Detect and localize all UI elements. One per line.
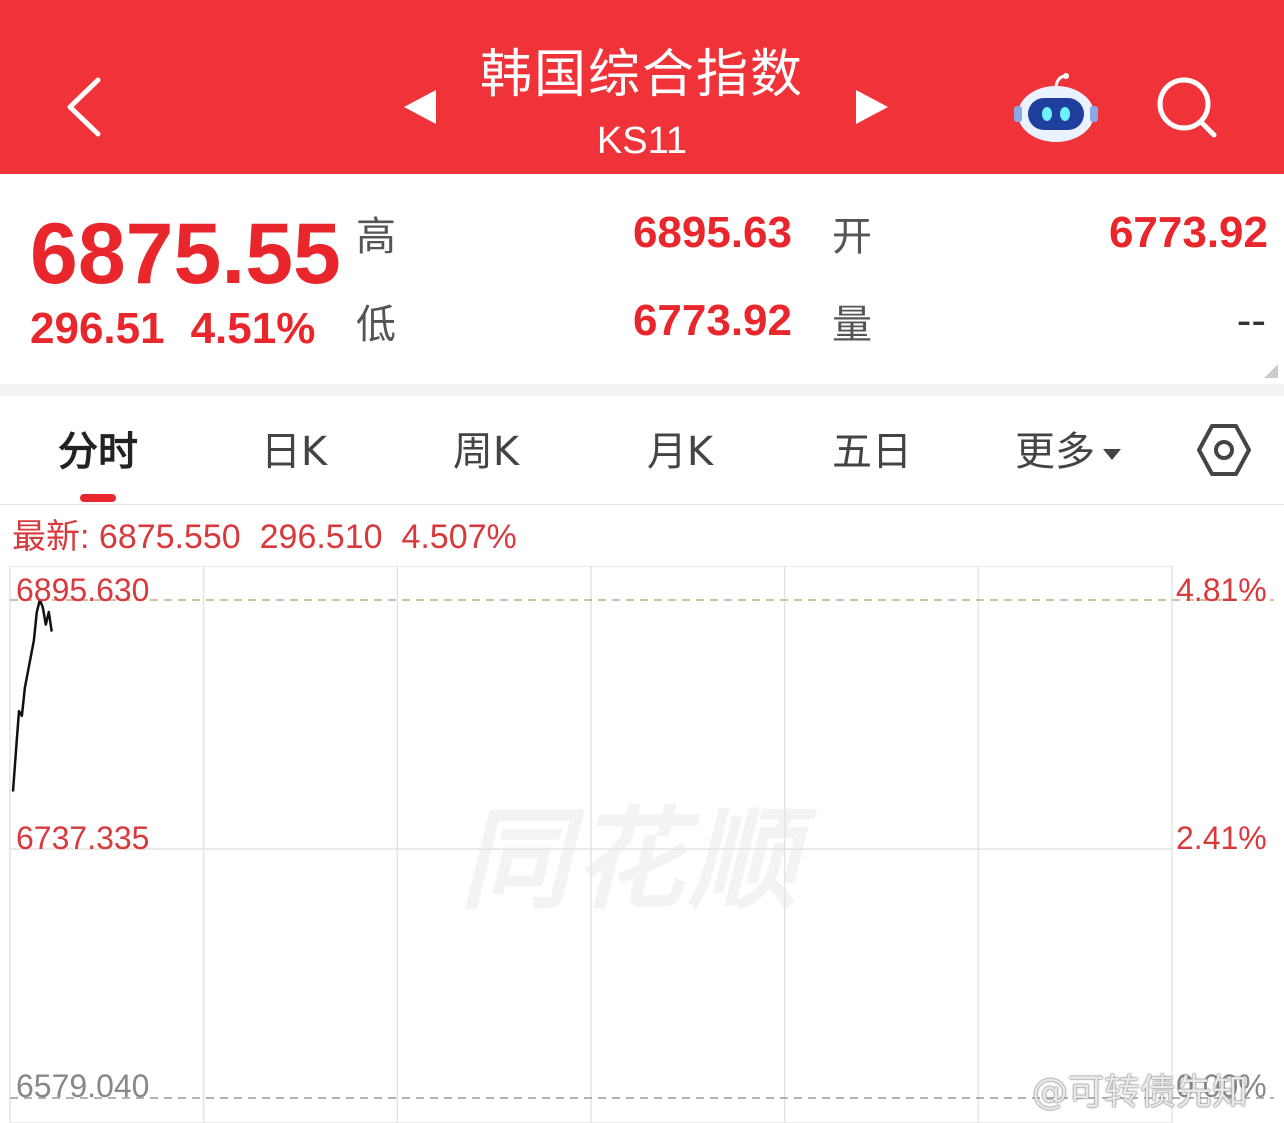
high-value: 6895.63 bbox=[632, 208, 792, 257]
latest-change: 296.510 bbox=[259, 518, 383, 556]
latest-price: 6875.550 bbox=[98, 518, 241, 556]
latest-percent: 4.507% bbox=[401, 518, 517, 556]
y-right-tick-mid: 2.41% bbox=[1176, 820, 1267, 856]
y-left-tick-mid: 6737.335 bbox=[16, 820, 150, 856]
chart-grid bbox=[9, 566, 1274, 1123]
tab-intraday[interactable]: 分时 bbox=[40, 424, 156, 480]
robot-icon[interactable] bbox=[1014, 72, 1098, 144]
high-label: 高 bbox=[356, 214, 396, 260]
page-title: 韩国综合指数 bbox=[479, 45, 804, 105]
change-percent: 4.51% bbox=[190, 304, 316, 353]
latest-label: 最新: bbox=[12, 518, 90, 556]
volume-value: -- bbox=[1236, 296, 1266, 345]
change-value: 296.51 bbox=[30, 304, 165, 353]
tab-monthly-k[interactable]: 月K bbox=[622, 424, 738, 480]
search-icon[interactable] bbox=[1152, 74, 1224, 140]
period-tabs: 分时 日K 周K 月K 五日 更多 bbox=[0, 396, 1284, 505]
last-price: 6875.55 bbox=[30, 206, 341, 302]
open-value: 6773.92 bbox=[1108, 208, 1268, 257]
expand-corner-icon[interactable] bbox=[1264, 364, 1278, 378]
intraday-chart[interactable]: 6895.630 6737.335 6579.040 4.81% 2.41% 0… bbox=[0, 566, 1284, 1123]
prev-arrow-icon[interactable] bbox=[400, 88, 440, 126]
low-value: 6773.92 bbox=[632, 296, 792, 345]
next-arrow-icon[interactable] bbox=[852, 88, 892, 126]
symbol-code: KS11 bbox=[596, 120, 688, 162]
back-icon[interactable] bbox=[60, 74, 110, 140]
header-bar: 韩国综合指数 KS11 bbox=[0, 0, 1284, 174]
y-left-tick-low: 6579.040 bbox=[16, 1068, 150, 1104]
latest-info-line: 最新: 6875.550 296.510 4.507% bbox=[12, 514, 517, 560]
change-row: 296.51 4.51% bbox=[30, 302, 315, 356]
chart-plot bbox=[9, 566, 1274, 1123]
tab-more-label: 更多 bbox=[1015, 429, 1095, 475]
tab-more[interactable]: 更多 bbox=[998, 424, 1138, 480]
tab-weekly-k[interactable]: 周K bbox=[428, 424, 544, 480]
tab-five-day[interactable]: 五日 bbox=[814, 424, 930, 480]
y-left-tick-high: 6895.630 bbox=[16, 572, 150, 608]
low-label: 低 bbox=[356, 302, 396, 348]
caret-down-icon bbox=[1103, 448, 1121, 460]
volume-label: 量 bbox=[832, 302, 872, 348]
credit-watermark: @可转债先知 bbox=[1032, 1072, 1249, 1113]
active-tab-indicator bbox=[80, 494, 116, 502]
section-divider bbox=[0, 384, 1284, 396]
y-right-tick-high: 4.81% bbox=[1176, 572, 1267, 608]
price-line bbox=[11, 598, 53, 792]
open-label: 开 bbox=[832, 214, 872, 260]
settings-icon[interactable] bbox=[1196, 422, 1252, 478]
tab-daily-k[interactable]: 日K bbox=[236, 424, 352, 480]
quote-panel: 6875.55 296.51 4.51% 高 6895.63 开 6773.92 … bbox=[0, 174, 1284, 384]
